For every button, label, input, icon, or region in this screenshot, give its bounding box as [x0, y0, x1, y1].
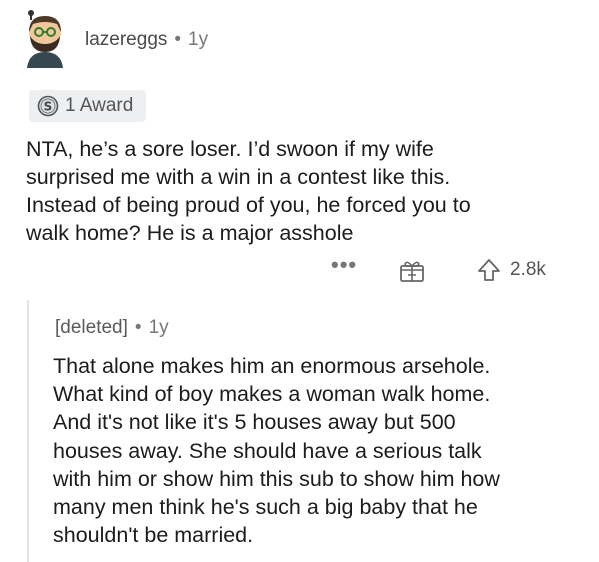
- silver-award-icon: S: [37, 95, 59, 117]
- reply-line: That alone makes him an enormous arsehol…: [53, 354, 491, 378]
- comment-actions: ••• 2.8k: [0, 252, 599, 288]
- comment-body: NTA, he’s a sore loser. I’d swoon if my …: [26, 135, 586, 247]
- reply-line: What kind of boy makes a woman walk home…: [53, 382, 491, 407]
- comment-age: 1y: [188, 29, 209, 50]
- comment-line: Instead of being proud of you, he forced…: [26, 193, 471, 217]
- meta-separator: •: [174, 29, 182, 50]
- thread-line[interactable]: [27, 300, 29, 562]
- reply-line: shouldn't be married.: [53, 523, 254, 548]
- reply-line: with him or show him this sub to show hi…: [53, 466, 500, 491]
- comment-card: lazereggs • 1y S 1 Award NTA, he’s a sore …: [0, 0, 599, 562]
- upvote-arrow-icon[interactable]: [476, 257, 502, 283]
- comment-username[interactable]: lazereggs: [85, 29, 167, 50]
- reply-line: many men think he's such a big baby that…: [53, 495, 478, 520]
- reply-age: 1y: [148, 317, 169, 338]
- reply-line: And it's not like it's 5 houses away but…: [53, 410, 456, 435]
- reply-username: [deleted]: [55, 317, 128, 338]
- award-badge[interactable]: S 1 Award: [29, 90, 147, 122]
- reply-body: That alone makes him an enormous arsehol…: [53, 352, 593, 549]
- avatar-icon: [27, 10, 63, 68]
- more-options-icon[interactable]: •••: [331, 252, 357, 278]
- reply-meta: [deleted] • 1y: [55, 317, 169, 339]
- svg-text:S: S: [44, 100, 53, 114]
- meta-separator: •: [134, 317, 142, 338]
- award-label: 1 Award: [65, 95, 134, 116]
- comment-line: walk home? He is a major asshole: [26, 221, 354, 245]
- reply-line: houses away. She should have a serious t…: [53, 438, 482, 463]
- comment-meta: lazereggs • 1y: [85, 29, 208, 51]
- vote-score: 2.8k: [510, 259, 546, 280]
- comment-line: surprised me with a win in a contest lik…: [26, 165, 451, 189]
- user-avatar[interactable]: [17, 10, 69, 68]
- comment-line: NTA, he’s a sore loser. I’d swoon if my …: [26, 137, 434, 161]
- gift-icon[interactable]: [399, 259, 425, 283]
